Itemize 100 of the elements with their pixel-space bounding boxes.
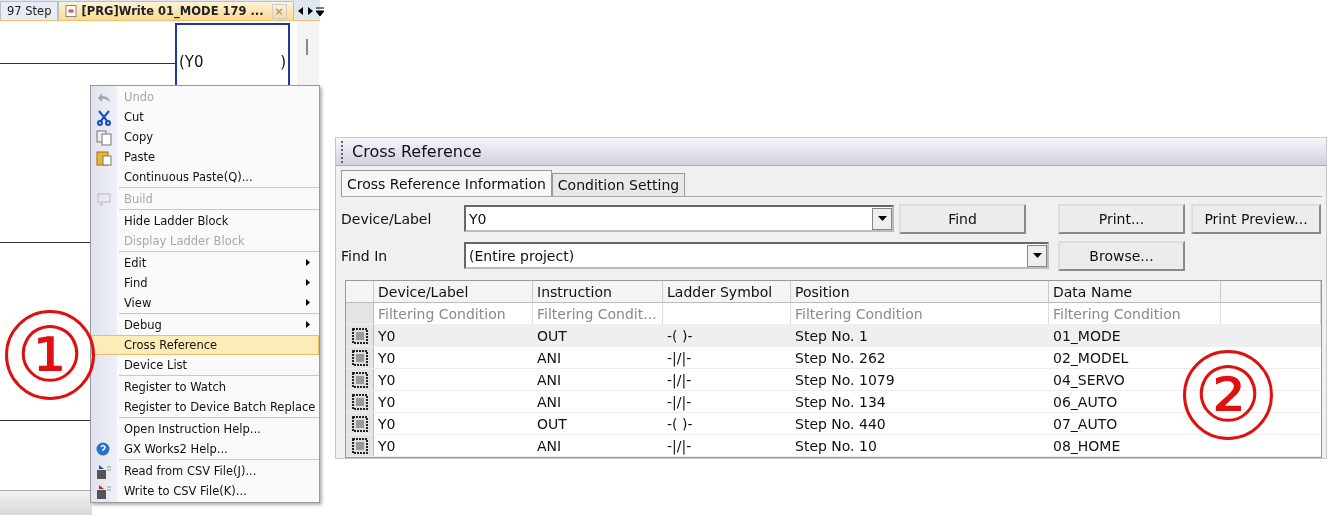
table-cell-text: -( )- xyxy=(666,326,694,346)
menu-item[interactable]: Cross Reference xyxy=(91,335,319,355)
filter-cell[interactable]: Filtering Condition xyxy=(791,303,1049,324)
device-icon xyxy=(350,437,369,454)
table-cell-text: -|/|- xyxy=(666,348,693,368)
coil-end: ) xyxy=(280,53,286,71)
menu-item[interactable]: GX Works2 Help... xyxy=(91,439,319,459)
table-cell-text: 07_AUTO xyxy=(1052,414,1119,434)
table-cell-text: ANI xyxy=(536,392,563,412)
menu-item[interactable]: Find xyxy=(91,273,319,293)
device-label-combo[interactable]: Y0 xyxy=(464,205,894,232)
print-button[interactable]: Print... xyxy=(1058,203,1185,234)
row-header[interactable] xyxy=(346,347,374,368)
table-row[interactable]: Y0 ANI -|/|- Step No. 10 08_HOME xyxy=(346,435,1321,457)
field-label: Find In xyxy=(341,247,389,264)
table-cell-text: Step No. 10 xyxy=(794,436,878,456)
table-cell-text: 04_SERVO xyxy=(1052,370,1126,390)
paste-icon xyxy=(96,150,112,166)
device-icon xyxy=(350,327,369,344)
column-header[interactable]: Data Name xyxy=(1049,281,1221,302)
row-header[interactable] xyxy=(346,325,374,346)
table-cell-text: 02_MODEL xyxy=(1052,348,1130,368)
menu-item[interactable]: Hide Ladder Block xyxy=(91,211,319,231)
table-cell-text: Step No. 262 xyxy=(794,348,887,368)
device-icon xyxy=(350,371,369,388)
build-icon xyxy=(96,192,112,208)
file-import-icon xyxy=(96,464,112,480)
scroll-left-icon[interactable] xyxy=(297,7,304,15)
submenu-arrow-icon xyxy=(306,278,310,286)
table-cell-text: 08_HOME xyxy=(1052,436,1122,456)
table-cell-text: Y0 xyxy=(377,436,397,456)
table-cell-text: Y0 xyxy=(377,392,397,412)
table-cell-text: -|/|- xyxy=(666,392,693,412)
table-cell-text: -( )- xyxy=(666,414,694,434)
annotation-circle: ① xyxy=(5,310,95,400)
table-cell-text: -|/|- xyxy=(666,370,693,390)
submenu-arrow-icon xyxy=(306,298,310,306)
dropdown-icon[interactable] xyxy=(315,7,324,16)
submenu-arrow-icon xyxy=(306,320,310,328)
filter-cell[interactable]: Filtering Condition xyxy=(374,303,533,324)
submenu-arrow-icon xyxy=(306,258,310,266)
menu-item[interactable]: Register to Device Batch Replace xyxy=(91,397,319,417)
menu-item[interactable]: Open Instruction Help... xyxy=(91,419,319,439)
table-cell-text: Step No. 440 xyxy=(794,414,887,434)
row-header[interactable] xyxy=(346,369,374,390)
filter-cell[interactable]: Filtering Condition xyxy=(1049,303,1221,324)
find-in-combo[interactable]: (Entire project) xyxy=(464,242,1049,269)
browse-button[interactable]: Browse... xyxy=(1058,240,1185,271)
column-header[interactable]: Position xyxy=(791,281,1049,302)
table-cell-text: 01_MODE xyxy=(1052,326,1122,346)
table-cell-text: Step No. 1079 xyxy=(794,370,896,390)
menu-item[interactable]: View xyxy=(91,293,319,313)
ladder-file-icon xyxy=(65,5,78,17)
help-icon xyxy=(96,442,110,456)
device-icon xyxy=(350,349,369,366)
row-header[interactable] xyxy=(346,435,374,456)
table-cell-text: Y0 xyxy=(377,414,397,434)
tab[interactable]: Cross Reference Information xyxy=(341,170,552,196)
dropdown-icon[interactable] xyxy=(1032,253,1042,258)
grip-icon xyxy=(341,140,344,163)
table-cell-text: Y0 xyxy=(377,348,397,368)
row-header[interactable] xyxy=(346,413,374,434)
find-button[interactable]: Find xyxy=(899,203,1026,234)
file-export-icon xyxy=(96,484,112,500)
scissors-icon xyxy=(96,110,112,126)
menu-item[interactable]: Read from CSV File(J)... xyxy=(91,461,319,481)
dropdown-icon[interactable] xyxy=(877,216,887,221)
print-preview-button[interactable]: Print Preview... xyxy=(1191,203,1321,234)
table-cell-text: Y0 xyxy=(377,326,397,346)
panel-title: Cross Reference xyxy=(352,142,482,161)
table-cell-text: ANI xyxy=(536,348,563,368)
copy-icon xyxy=(96,130,112,146)
scroll-right-icon[interactable] xyxy=(306,7,313,15)
tab[interactable]: Condition Setting xyxy=(551,173,686,196)
menu-item[interactable]: Copy xyxy=(91,127,319,147)
device-icon xyxy=(350,415,369,432)
table-cell-text: OUT xyxy=(536,414,568,434)
annotation-circle: ② xyxy=(1183,350,1273,440)
menu-item[interactable]: Write to CSV File(K)... xyxy=(91,481,319,501)
menu-item[interactable]: Paste xyxy=(91,147,319,167)
table-row[interactable]: Y0 OUT -( )- Step No. 1 01_MODE xyxy=(346,325,1321,347)
menu-item[interactable]: Continuous Paste(Q)... xyxy=(91,167,319,187)
row-header[interactable] xyxy=(346,391,374,412)
editor-tab[interactable]: 97 Step xyxy=(0,1,59,20)
editor-tab[interactable]: [PRG]Write 01_MODE 179 ... × xyxy=(58,1,294,20)
table-cell-text: -|/|- xyxy=(666,436,693,456)
table-cell-text: Y0 xyxy=(377,370,397,390)
table-cell-text: Step No. 1 xyxy=(794,326,869,346)
column-header[interactable]: Device/Label xyxy=(374,281,533,302)
table-cell-text: ANI xyxy=(536,370,563,390)
filter-cell[interactable]: Filtering Condit... xyxy=(533,303,663,324)
column-header[interactable]: Instruction xyxy=(533,281,663,302)
field-label: Device/Label xyxy=(341,210,433,227)
table-cell-text: 06_AUTO xyxy=(1052,392,1119,412)
column-header[interactable]: Ladder Symbol xyxy=(663,281,791,302)
table-cell-text: OUT xyxy=(536,326,568,346)
coil-label: (Y0 xyxy=(179,53,204,71)
table-cell-text: ANI xyxy=(536,436,563,456)
table-cell-text: Step No. 134 xyxy=(794,392,887,412)
menu-item[interactable]: Edit xyxy=(91,253,319,273)
